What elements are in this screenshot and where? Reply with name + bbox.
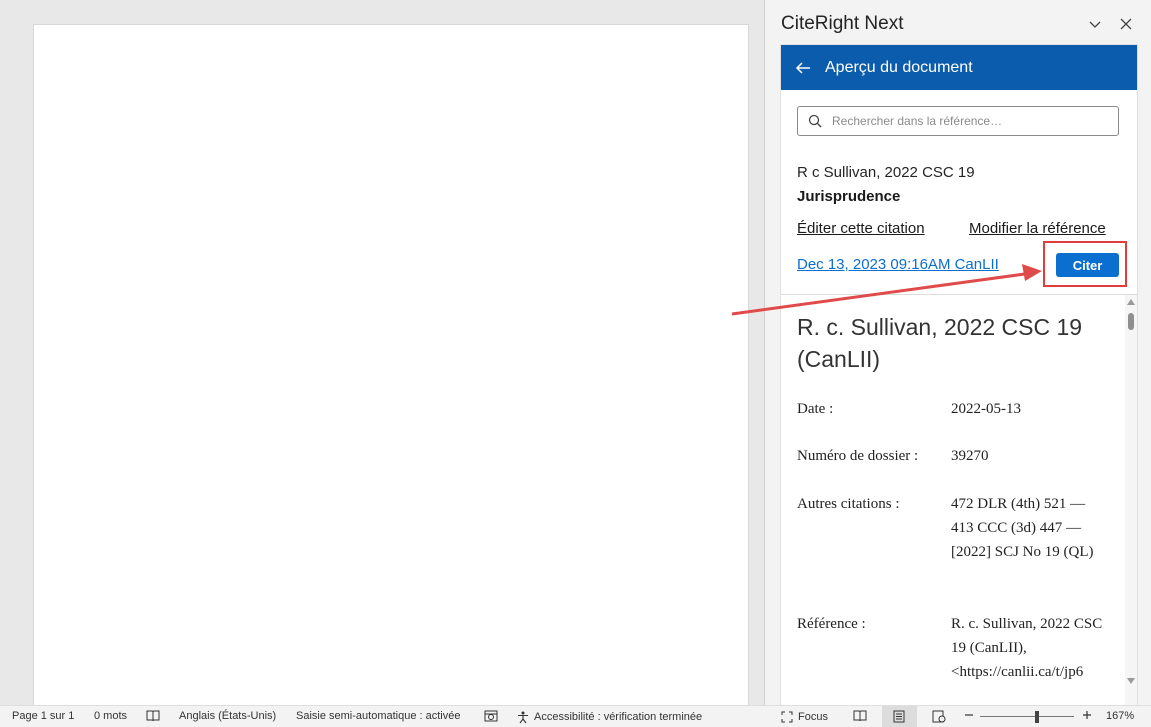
- word-count[interactable]: 0 mots: [94, 710, 127, 722]
- zoom-level[interactable]: 167%: [1106, 710, 1134, 722]
- pane-options-chevron-icon[interactable]: [1085, 14, 1105, 34]
- accessibility-icon: [516, 710, 530, 724]
- macro-icon[interactable]: [484, 710, 498, 722]
- accessibility-status[interactable]: Accessibilité : vérification terminée: [516, 710, 702, 724]
- focus-mode[interactable]: Focus: [780, 710, 828, 724]
- back-arrow-icon[interactable]: [795, 58, 815, 78]
- document-area: [0, 0, 765, 705]
- print-layout-icon[interactable]: [893, 710, 905, 723]
- scroll-down-icon[interactable]: [1127, 678, 1135, 684]
- case-type: Jurisprudence: [797, 188, 901, 205]
- docket-value: 39270: [951, 448, 989, 464]
- zoom-in-button[interactable]: [1082, 710, 1092, 720]
- zoom-out-button[interactable]: [964, 710, 974, 720]
- reference-label: Référence :: [797, 616, 866, 632]
- preview-title: R. c. Sullivan, 2022 CSC 19 (CanLII): [797, 314, 1083, 372]
- reference-preview: R. c. Sullivan, 2022 CSC 19 (CanLII) Dat…: [781, 295, 1125, 706]
- cite-button[interactable]: Citer: [1056, 253, 1119, 277]
- preview-scrollbar[interactable]: [1125, 295, 1137, 706]
- search-input[interactable]: [830, 113, 1114, 129]
- citeright-task-pane: CiteRight Next Aperçu du document R c Su…: [765, 0, 1151, 706]
- other-citations-value: 472 DLR (4th) 521 — 413 CCC (3d) 447 — […: [951, 496, 1094, 560]
- pane-content: Aperçu du document R c Sullivan, 2022 CS…: [780, 44, 1138, 706]
- docket-label: Numéro de dossier :: [797, 448, 919, 464]
- pane-title: CiteRight Next: [781, 13, 904, 34]
- page-count[interactable]: Page 1 sur 1: [12, 710, 74, 722]
- document-page[interactable]: [34, 25, 748, 705]
- focus-label: Focus: [798, 711, 828, 723]
- reference-value: R. c. Sullivan, 2022 CSC 19 (CanLII), <h…: [951, 616, 1103, 680]
- edit-citation-link[interactable]: Éditer cette citation: [797, 220, 925, 237]
- search-box[interactable]: [797, 106, 1119, 136]
- web-layout-icon[interactable]: [932, 710, 946, 723]
- date-label: Date :: [797, 401, 834, 417]
- zoom-slider-track[interactable]: [980, 716, 1074, 717]
- timestamp-source-link[interactable]: Dec 13, 2023 09:16AM CanLII: [797, 256, 999, 273]
- focus-icon: [780, 710, 794, 724]
- pane-close-icon[interactable]: [1116, 14, 1136, 34]
- read-mode-icon[interactable]: [853, 710, 867, 722]
- modify-reference-link[interactable]: Modifier la référence: [969, 220, 1106, 237]
- search-icon: [808, 113, 824, 129]
- nav-title: Aperçu du document: [825, 58, 973, 76]
- autocomplete-status[interactable]: Saisie semi-automatique : activée: [296, 710, 460, 722]
- scroll-thumb[interactable]: [1128, 313, 1134, 330]
- nav-bar: Aperçu du document: [781, 45, 1137, 90]
- other-citations-label: Autres citations :: [797, 496, 900, 512]
- language-status[interactable]: Anglais (États-Unis): [179, 710, 276, 722]
- accessibility-label: Accessibilité : vérification terminée: [534, 711, 703, 723]
- case-name: R c Sullivan, 2022 CSC 19: [797, 164, 975, 181]
- scroll-up-icon[interactable]: [1127, 299, 1135, 305]
- status-bar: Page 1 sur 1 0 mots Anglais (États-Unis)…: [0, 705, 1151, 727]
- date-value: 2022-05-13: [951, 401, 1021, 417]
- zoom-slider-thumb[interactable]: [1035, 711, 1039, 723]
- proofing-book-icon[interactable]: [146, 710, 160, 722]
